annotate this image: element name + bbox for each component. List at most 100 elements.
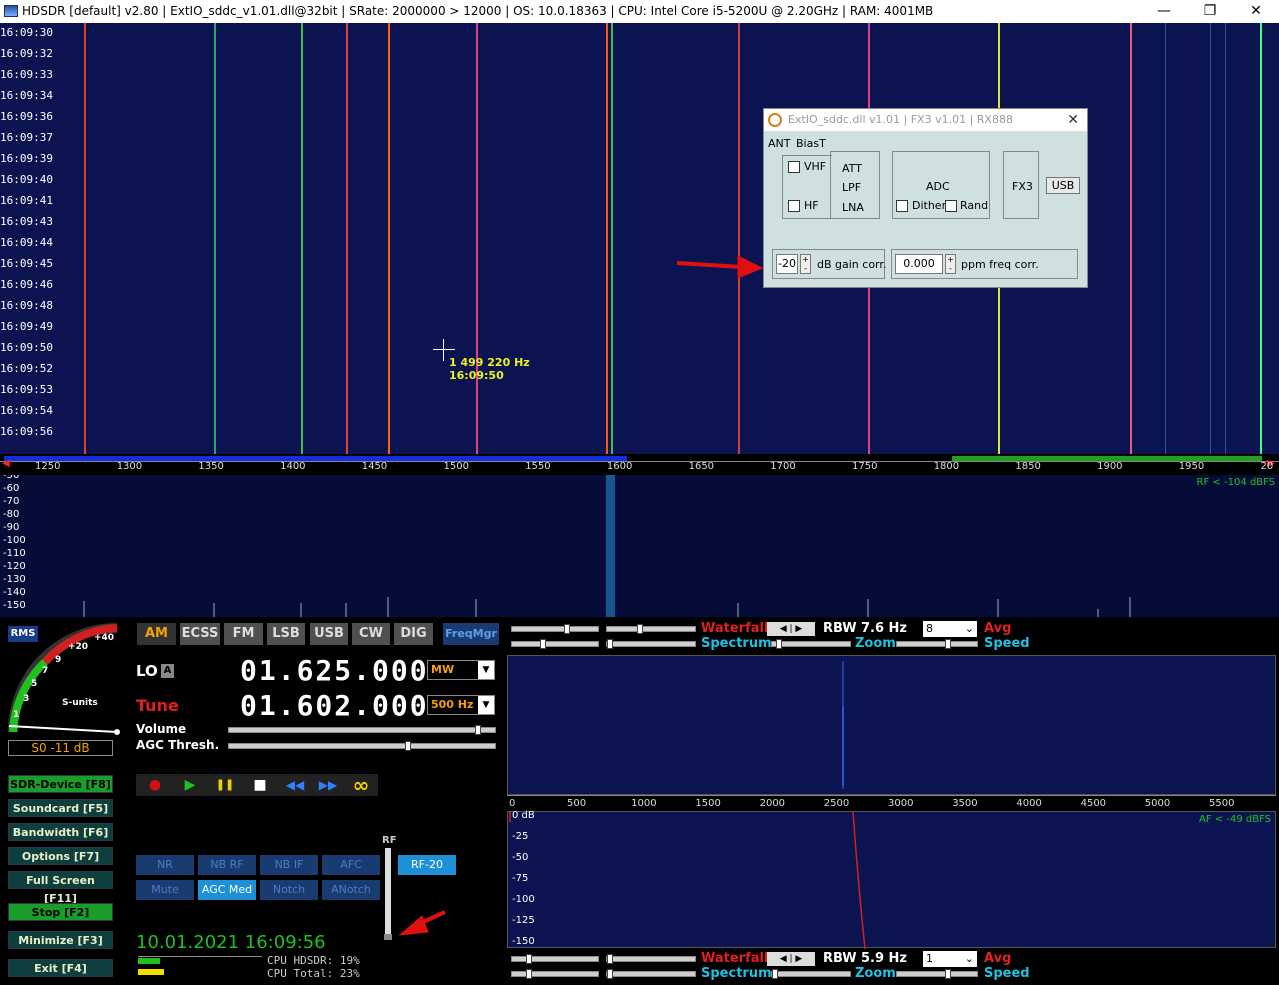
agc-med-button[interactable]: AGC Med (198, 880, 256, 900)
af-sp-slider-2[interactable] (606, 969, 696, 979)
rf-gain-button[interactable]: RF-20 (398, 855, 456, 875)
sdr-device-button[interactable]: SDR-Device [F8] (8, 775, 113, 793)
bandwidth-button[interactable]: Bandwidth [F6] (8, 823, 113, 841)
waterfall-timestamp: 16:09:39 (0, 152, 53, 165)
ppm-corr-spinner[interactable]: + - (945, 254, 956, 274)
step-select[interactable]: 500 Hz ▼ (427, 695, 495, 715)
af-avg-select[interactable]: 1 ⌄ (923, 951, 977, 967)
af-speed-label: Speed (984, 966, 1030, 981)
af-speed-slider[interactable] (896, 969, 978, 979)
loop-icon[interactable]: ∞ (346, 775, 376, 795)
volume-slider[interactable] (228, 725, 496, 735)
rf-avg-select[interactable]: 8 ⌄ (923, 621, 977, 637)
lo-label: LO (136, 662, 158, 680)
afc-button[interactable]: AFC (322, 855, 380, 875)
record-icon[interactable]: ● (140, 775, 170, 795)
date-time: 10.01.2021 16:09:56 (136, 932, 326, 953)
mode-fm[interactable]: FM (224, 623, 263, 645)
soundcard-button[interactable]: Soundcard [F5] (8, 799, 113, 817)
mode-usb[interactable]: USB (310, 623, 348, 645)
af-rbw-stepper[interactable]: ◀ | ▶ (767, 952, 815, 966)
af-spectrum[interactable]: 0 dB -25 -50 -75 -100 -125 -150 AF < -49 dBFS (507, 810, 1276, 949)
af-sp-slider-1[interactable] (511, 969, 599, 979)
ppm-corr-input[interactable]: 0.000 (895, 254, 943, 274)
af-waterfall[interactable] (507, 655, 1276, 795)
vhf-label: VHF (804, 160, 827, 173)
stop-icon[interactable]: ■ (245, 775, 275, 795)
af-tick-label: 3500 (952, 798, 978, 809)
nr-button[interactable]: NR (136, 855, 194, 875)
pause-icon[interactable]: ❚❚ (210, 775, 240, 795)
mute-button[interactable]: Mute (136, 880, 194, 900)
rewind-icon[interactable]: ◀◀ (280, 775, 310, 795)
rf-gain-slider[interactable] (384, 848, 392, 940)
lo-frequency[interactable]: 01.625.000 (240, 654, 429, 687)
notch-button[interactable]: Notch (260, 880, 318, 900)
minimize-button[interactable]: — (1141, 0, 1187, 23)
af-frequency-axis[interactable]: 0 500 1000 1500 2000 2500 3000 3500 4000 4500 5000… (507, 795, 1276, 811)
waterfall-timestamp: 16:09:49 (0, 320, 53, 333)
freq-tick-label: 1600 (606, 461, 633, 472)
lna-label: LNA (842, 201, 864, 214)
minimize-app-button[interactable]: Minimize [F3] (8, 931, 113, 949)
mode-cw[interactable]: CW (352, 623, 390, 645)
rf-rbw-stepper[interactable]: ◀ | ▶ (767, 622, 815, 636)
wf-slider-1[interactable] (511, 624, 599, 634)
agc-thresh-slider[interactable] (228, 741, 496, 751)
rf-level-readout: RF < -104 dBFS (1196, 477, 1275, 488)
rf-zoom-slider[interactable] (771, 639, 851, 649)
play-icon[interactable]: ▶ (175, 775, 205, 795)
waterfall-timestamp: 16:09:54 (0, 404, 53, 417)
vhf-checkbox[interactable] (788, 161, 800, 173)
exit-button[interactable]: Exit [F4] (8, 959, 113, 977)
hf-label: HF (804, 199, 819, 212)
dialog-title-bar[interactable]: ExtIO_sddc.dll v1.01 | FX3 v1.01 | RX888… (764, 109, 1087, 131)
spectrum-db-label: -90 (3, 522, 20, 533)
close-button[interactable]: ✕ (1233, 0, 1279, 23)
fullscreen-button[interactable]: Full Screen [F11] (8, 871, 113, 905)
gain-corr-spinner[interactable]: + - (800, 254, 811, 274)
freq-tick-label: 1450 (361, 461, 388, 472)
lpf-label: LPF (842, 181, 862, 194)
fast-forward-icon[interactable]: ▶▶ (313, 775, 343, 795)
mode-lsb[interactable]: LSB (267, 623, 305, 645)
restore-button[interactable]: ❐ (1187, 0, 1233, 23)
mode-dig[interactable]: DIG (394, 623, 433, 645)
rf-waterfall-label: Waterfall (701, 621, 769, 636)
stop-button[interactable]: Stop [F2] (8, 903, 113, 921)
band-select[interactable]: MW ▼ (427, 660, 495, 680)
nb-rf-button[interactable]: NB RF (198, 855, 256, 875)
af-zoom-slider[interactable] (771, 969, 851, 979)
scroll-left-icon[interactable]: ◀ (2, 458, 10, 469)
sp-slider-1[interactable] (511, 639, 599, 649)
lo-badge[interactable]: A (161, 664, 174, 678)
af-wf-slider-2[interactable] (606, 954, 696, 964)
rf-spectrum[interactable]: -50 -60 -70 -80 -90 -100 -110 -120 -130 -140 -150 … (0, 475, 1279, 617)
waterfall-timestamp: 16:09:52 (0, 362, 53, 375)
af-wf-slider-1[interactable] (511, 954, 599, 964)
rf-spectrum-label: Spectrum (701, 636, 772, 651)
sp-slider-2[interactable] (606, 639, 696, 649)
waterfall-timestamp: 16:09:37 (0, 131, 53, 144)
freqmgr-button[interactable]: FreqMgr (443, 623, 499, 645)
rf-speed-slider[interactable] (896, 639, 978, 649)
usb-button[interactable]: USB (1046, 177, 1080, 194)
rand-label: Rand (960, 199, 989, 212)
rf-frequency-axis[interactable]: ◀ ▶ 1250 1300 1350 1400 1450 1500 1550 1600 1650… (0, 454, 1279, 475)
gain-corr-input[interactable]: -20 (776, 254, 798, 274)
mode-am[interactable]: AM (137, 623, 176, 645)
af-trace (509, 812, 866, 949)
wf-slider-2[interactable] (606, 624, 696, 634)
mode-ecss[interactable]: ECSS (180, 623, 220, 645)
nb-if-button[interactable]: NB IF (260, 855, 318, 875)
dither-checkbox[interactable] (896, 200, 908, 212)
options-button[interactable]: Options [F7] (8, 847, 113, 865)
dialog-app-icon (768, 113, 782, 127)
hf-checkbox[interactable] (788, 200, 800, 212)
af-rbw-label: RBW (823, 951, 857, 966)
anotch-button[interactable]: ANotch (322, 880, 380, 900)
waterfall-timestamp: 16:09:30 (0, 26, 53, 39)
dialog-close-button[interactable]: ✕ (1067, 109, 1079, 131)
tune-frequency[interactable]: 01.602.000 (240, 689, 429, 722)
rand-checkbox[interactable] (945, 200, 957, 212)
